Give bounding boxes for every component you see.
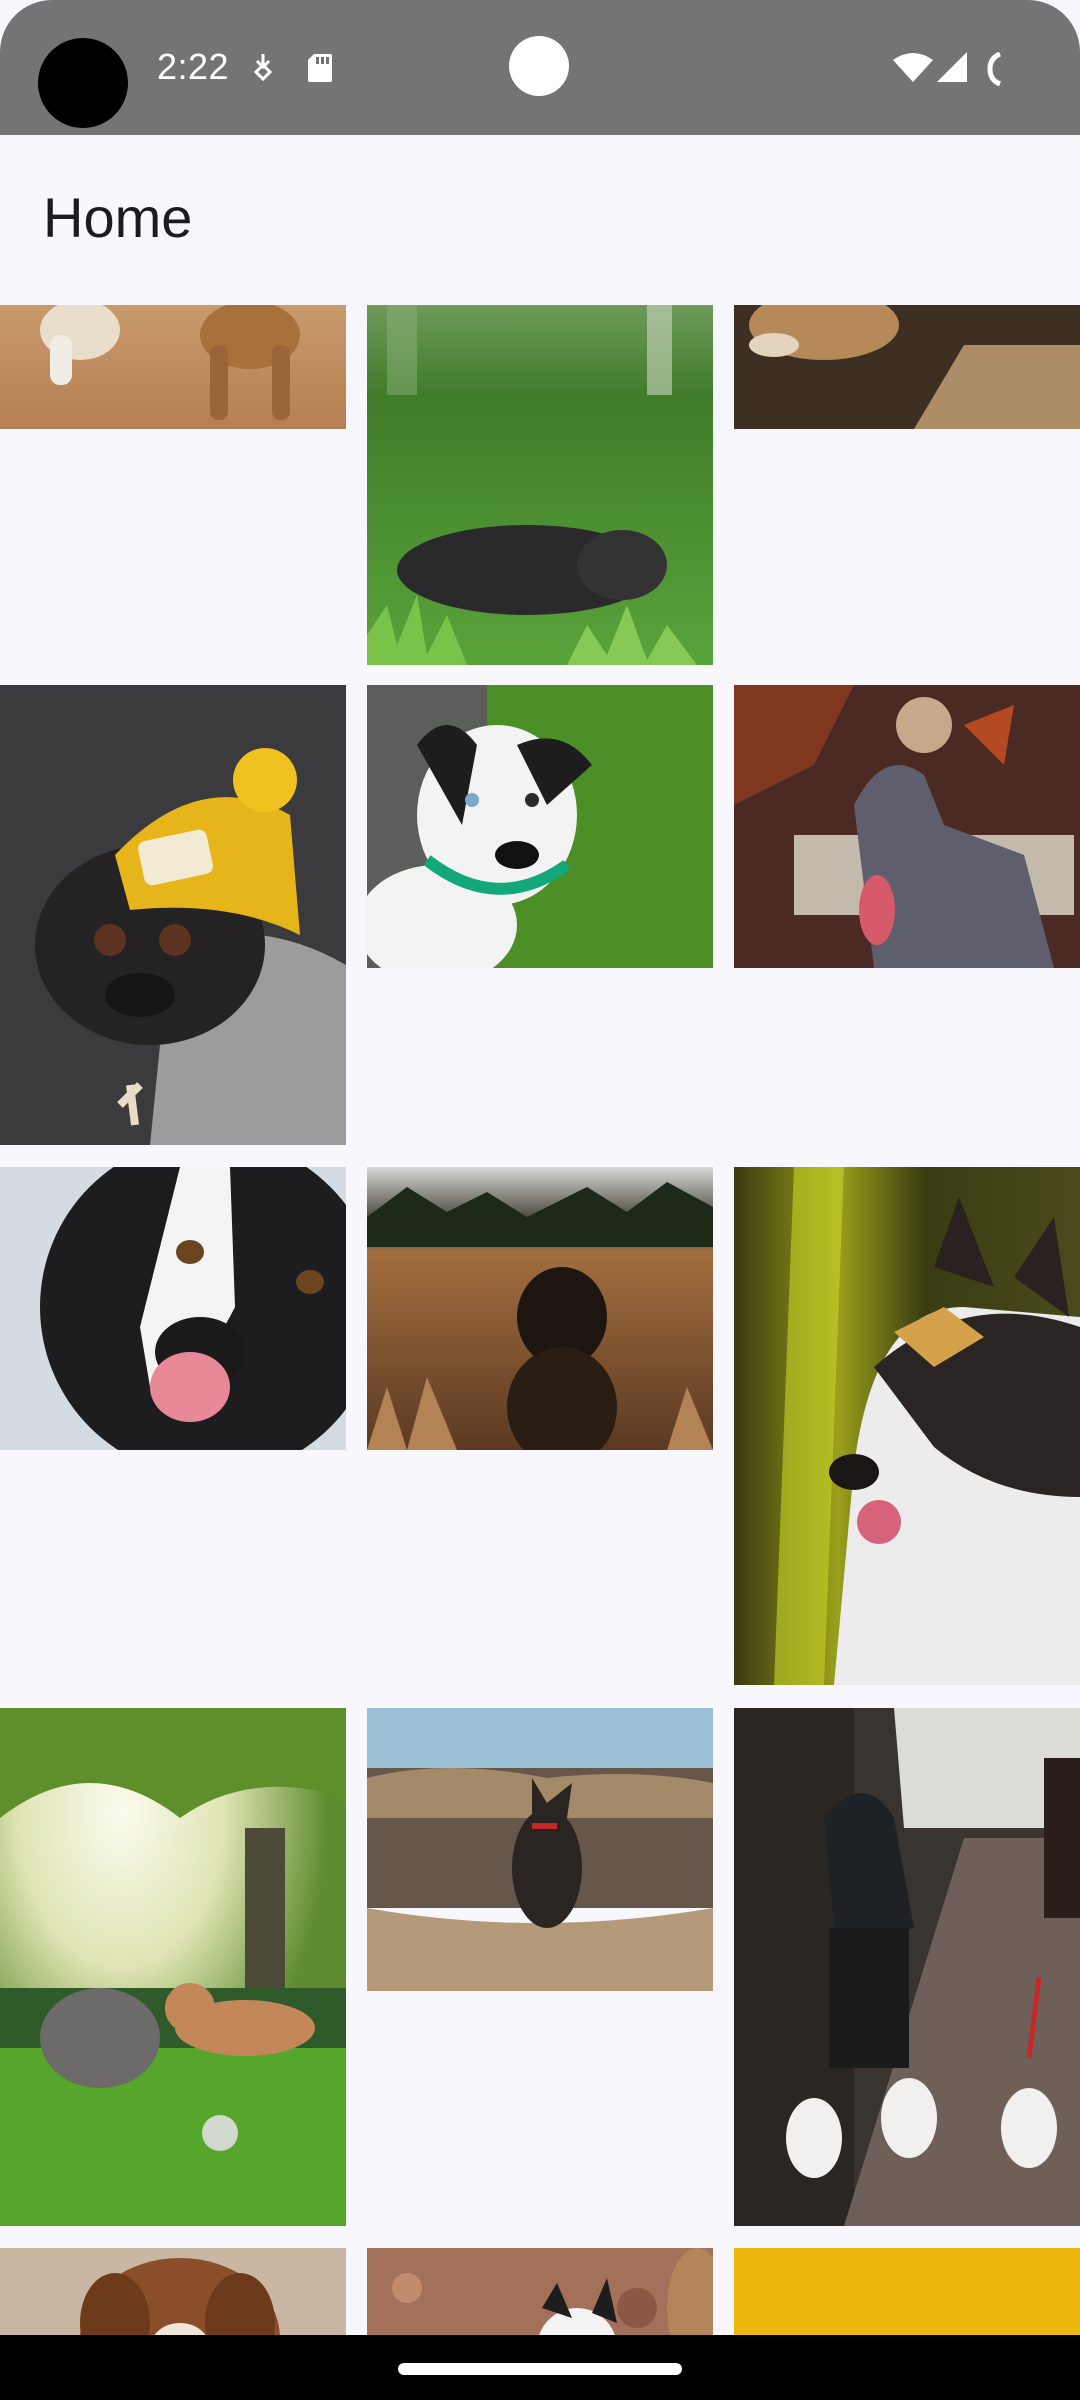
photo-grid[interactable] [0,305,1080,2335]
photo-long-haired-dog-portrait[interactable] [0,2248,346,2335]
photo-woman-walking-three-poodles[interactable] [734,1708,1080,2226]
photo-pug-in-yellow-beanie[interactable] [0,685,346,1145]
photo-dog-in-wheat-field[interactable] [367,1167,713,1450]
battery-icon [986,51,1006,91]
photo-dog-on-cliff-edge[interactable] [367,1708,713,1991]
photo-black-dog-lying-in-grass[interactable] [367,305,713,665]
photo-border-collie-licking-nose[interactable] [0,1167,346,1450]
photo-spotted-dog-on-lawn[interactable] [367,685,713,968]
status-bar-center-dot [509,36,569,96]
photo-yellow-backdrop[interactable] [734,2248,1080,2335]
cellular-signal-icon [935,52,969,89]
front-camera-cutout [38,38,128,128]
photo-husky-with-leaf[interactable] [734,1167,1080,1685]
home-gesture-handle[interactable] [398,2363,682,2375]
status-time: 2:22 [157,46,230,87]
sd-card-icon [306,52,334,89]
photo-two-small-dogs-under-tree[interactable] [0,1708,346,2226]
wifi-icon [893,52,933,89]
download-indicator-icon [250,52,276,87]
photo-dog-in-autumn-leaves[interactable] [367,2248,713,2335]
photo-greyhound-under-autumn-leaves[interactable] [734,685,1080,968]
photo-dogs-running-on-path[interactable] [0,305,346,429]
status-bar: 2:22 [0,0,1080,135]
photo-dog-lying-in-sunlight[interactable] [734,305,1080,429]
top-app-bar: Home [0,135,1080,305]
page-title: Home [43,186,193,249]
home-screen: 2:22 Home [0,0,1080,2400]
system-navigation-bar [0,2335,1080,2400]
